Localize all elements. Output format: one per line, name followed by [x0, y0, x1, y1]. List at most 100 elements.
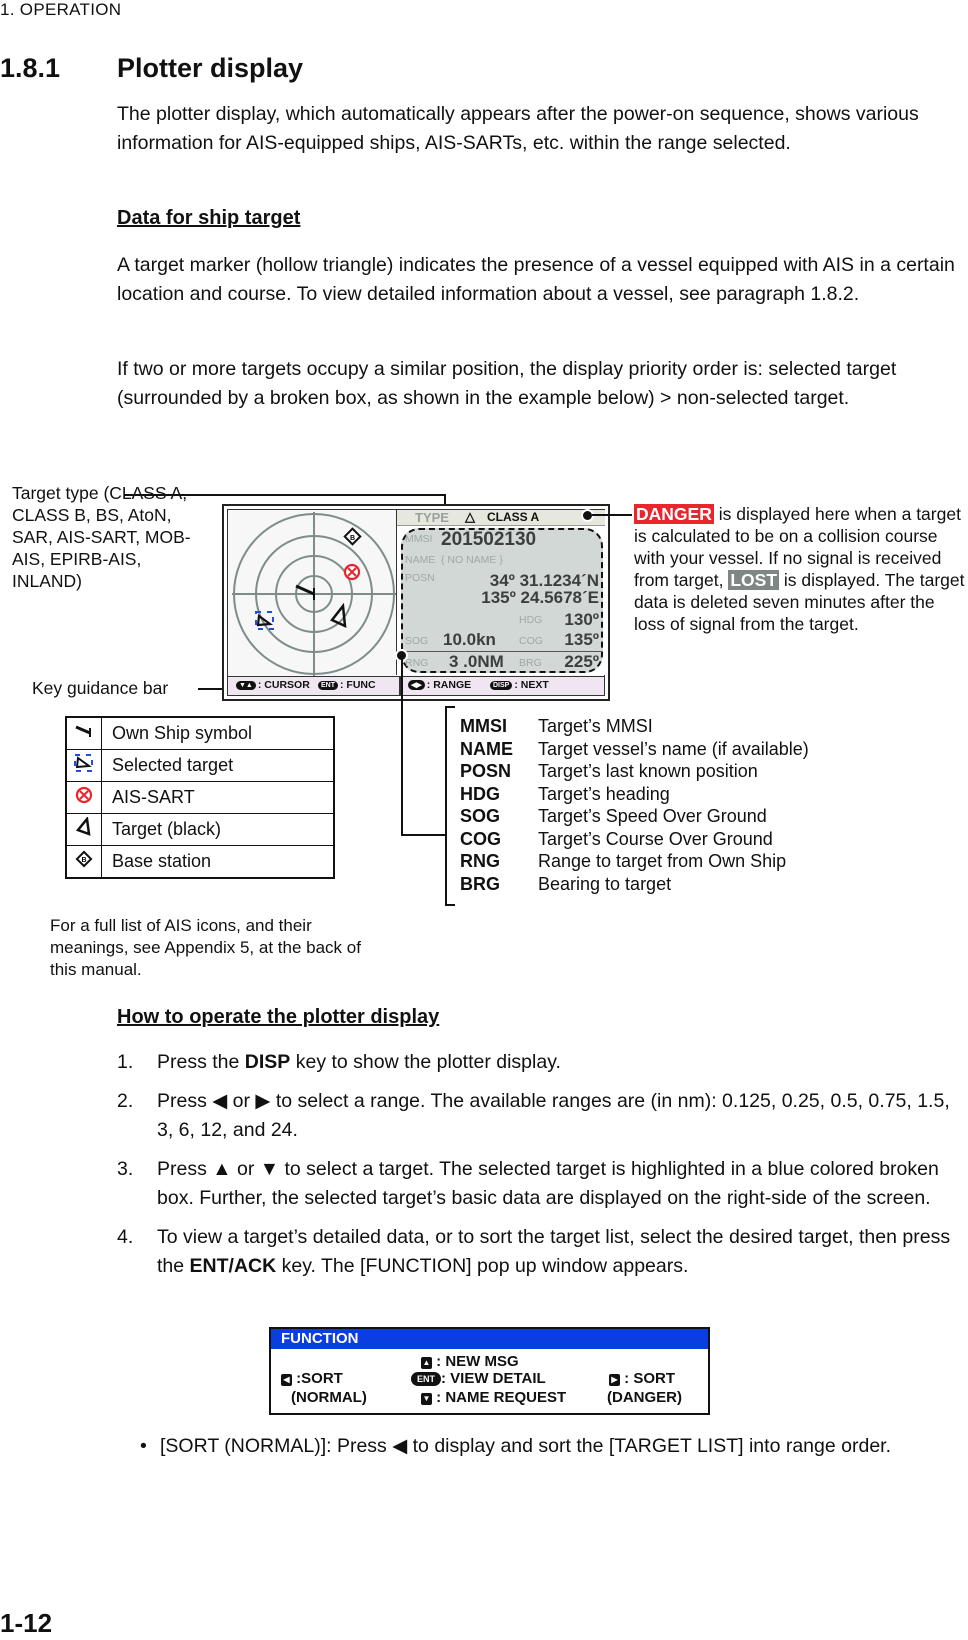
field-desc: Target vessel’s name (if available) — [538, 738, 809, 759]
field-row: BRG Bearing to target — [460, 873, 809, 896]
option-label: : NAME REQUEST — [436, 1389, 567, 1406]
cursor-key-icon: ▼▲ — [236, 681, 256, 690]
disp-key-icon: DISP — [490, 681, 513, 690]
step-key: ENT/ACK — [189, 1255, 277, 1277]
key-guidance-callout: Key guidance bar — [32, 678, 169, 698]
legend-label: Base station — [101, 845, 335, 879]
bullet-item: • [SORT (NORMAL)]: Press ◀ to display and… — [140, 1432, 965, 1461]
field-row: HDG Target’s heading — [460, 783, 809, 806]
field-descriptions: MMSI Target’s MMSI NAME Target vessel’s na… — [460, 715, 809, 895]
section-title: 1.8.1 Plotter display — [0, 53, 303, 84]
step-number: 2. — [117, 1090, 134, 1112]
key-guidance-bar: ▼▲: CURSOR ENT: FUNC ◀▶: RANGE DISP: NEX… — [228, 676, 604, 695]
step-text: Press ▲ or ▼ to select a target. The sel… — [157, 1158, 939, 1209]
plotter-screen: B TYPE △ CLASS A MMSI 201502130 NAME { N… — [222, 504, 610, 701]
key-label: : FUNC — [340, 679, 376, 691]
target-info-panel: TYPE △ CLASS A MMSI 201502130 NAME { NO … — [396, 509, 605, 675]
field-key: NAME — [460, 738, 513, 759]
legend-row: Selected target — [65, 749, 335, 782]
selected-target-icon — [255, 611, 274, 630]
callout-line — [198, 688, 224, 690]
class-a-icon: △ — [465, 509, 475, 524]
callout-line — [124, 494, 446, 496]
base-station-icon: B — [343, 527, 362, 546]
legend-row: AIS-SART — [65, 781, 335, 814]
step-number: 1. — [117, 1051, 134, 1073]
ais-sart-icon — [75, 786, 93, 804]
target-type-callout: Target type (CLASS A, CLASS B, BS, AtoN,… — [12, 483, 191, 591]
down-key-icon: ▼ — [421, 1393, 432, 1405]
callout-line — [401, 834, 447, 836]
data-paragraph-2: If two or more targets occupy a similar … — [117, 358, 897, 409]
selected-target-data: MMSI 201502130 NAME { NO NAME } POSN 34º… — [401, 528, 603, 673]
callout-line — [592, 514, 632, 516]
running-head: 1. OPERATION — [0, 0, 122, 19]
page-number: 1-12 — [0, 1608, 53, 1638]
sort-normal-option: ◀ :SORT — [281, 1370, 343, 1387]
posn-label: POSN — [405, 572, 435, 584]
field-desc: Range to target from Own Ship — [538, 851, 787, 871]
svg-text:B: B — [350, 535, 355, 542]
field-key: POSN — [460, 761, 512, 781]
key-label: : RANGE — [426, 679, 472, 691]
up-key-icon: ▲ — [421, 1357, 432, 1369]
step-key: DISP — [244, 1051, 291, 1073]
function-title: FUNCTION — [271, 1329, 708, 1349]
option-label: : SORT — [624, 1370, 676, 1387]
rng-value: 3 .0NM — [449, 652, 504, 671]
field-key: BRG — [460, 873, 500, 894]
field-row: POSN Target’s last known position — [460, 760, 809, 783]
legend-label: Target (black) — [101, 813, 335, 846]
callout-line — [401, 656, 403, 836]
new-msg-option: ▲ : NEW MSG — [411, 1353, 519, 1370]
name-request-option: ▼ : NAME REQUEST — [411, 1389, 566, 1406]
key-next: DISP: NEXT — [490, 679, 549, 691]
section-number: 1.8.1 — [0, 53, 61, 83]
section-title-text: Plotter display — [117, 53, 304, 83]
name-label: NAME — [405, 554, 436, 566]
type-label: TYPE — [415, 510, 449, 525]
field-desc: Target’s heading — [538, 783, 670, 804]
brg-value: 225º — [564, 652, 599, 671]
bracket-line — [445, 904, 455, 906]
cog-label: COG — [519, 635, 543, 647]
mmsi-label: MMSI — [405, 533, 433, 545]
legend-label: Selected target — [101, 749, 335, 782]
legend-row: B Base station — [65, 845, 335, 879]
operate-heading: How to operate the plotter display — [117, 1006, 440, 1028]
field-key: COG — [460, 828, 502, 849]
step-text: Press the — [157, 1051, 245, 1073]
target-icon — [330, 602, 347, 629]
longitude-value: 135º 24.5678´E — [481, 588, 599, 607]
legend-row: Target (black) — [65, 813, 335, 846]
key-cursor: ▼▲: CURSOR — [236, 679, 310, 691]
legend-label: AIS-SART — [101, 781, 335, 814]
base-station-icon: B — [75, 850, 93, 868]
option-label: : VIEW DETAIL — [441, 1370, 546, 1387]
right-key-icon: ▶ — [609, 1374, 620, 1386]
step-text: key to show the plotter display. — [290, 1051, 561, 1073]
sort-danger-option: ▶ : SORT — [609, 1370, 675, 1387]
danger-badge: DANGER — [634, 504, 714, 524]
field-row: COG Target’s Course Over Ground — [460, 828, 809, 851]
bullet-text: [SORT (NORMAL)]: Press ◀ to display and … — [160, 1435, 891, 1457]
cog-value: 135º — [564, 630, 599, 649]
sog-value: 10.0kn — [443, 630, 496, 649]
view-detail-option: ENT: VIEW DETAIL — [411, 1370, 546, 1387]
step-number: 4. — [117, 1226, 134, 1248]
radar-plot: B — [232, 512, 396, 676]
sog-label: SOG — [405, 635, 429, 647]
bracket-line — [445, 706, 447, 906]
legend-note: For a full list of AIS icons, and their … — [50, 916, 361, 979]
hdg-value: 130º — [564, 610, 599, 629]
step-text: key. The [FUNCTION] pop up window appear… — [276, 1255, 689, 1277]
left-key-icon: ◀ — [281, 1374, 292, 1386]
field-desc: Bearing to target — [538, 873, 672, 894]
legend-row: Own Ship symbol — [65, 716, 335, 750]
field-row: RNG Range to target from Own Ship — [460, 850, 809, 873]
field-key: SOG — [460, 806, 501, 826]
ais-sart-icon — [343, 563, 361, 581]
own-ship-icon — [75, 725, 91, 737]
danger-lost-callout: DANGER is displayed here when a target i… — [634, 503, 968, 635]
step-number: 3. — [117, 1158, 134, 1180]
